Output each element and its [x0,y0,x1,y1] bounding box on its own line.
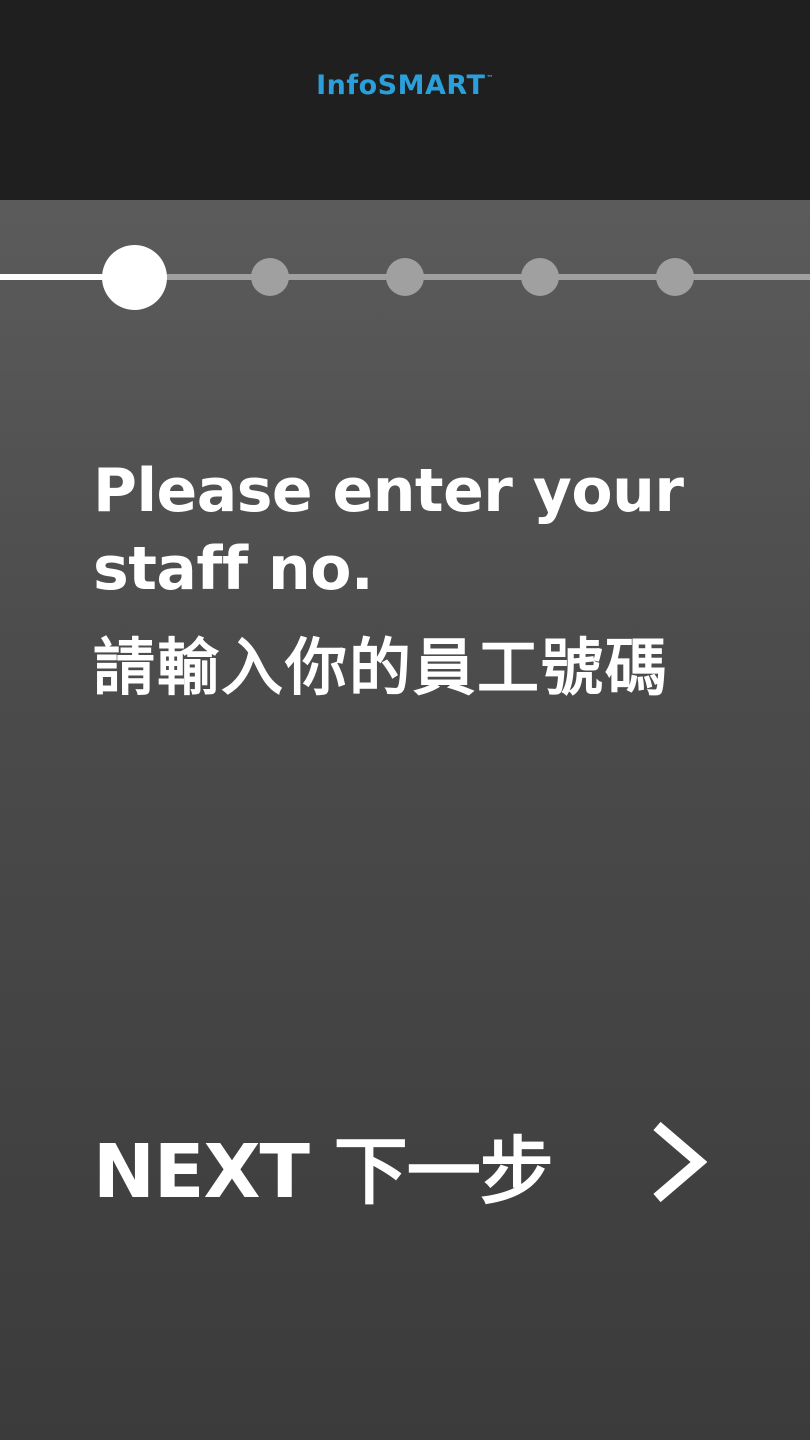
step-4 [521,258,559,296]
progress-line-remaining [135,274,810,280]
step-progress-indicator [0,240,810,315]
instruction-english-line2: staff no. [93,534,374,604]
step-1-current [102,245,167,310]
infosmart-logo: InfoSMART™ [0,70,810,101]
step-3 [386,258,424,296]
app-header: InfoSMART™ [0,0,810,200]
instruction-english-line1: Please enter your [93,456,684,526]
instruction-text: Please enter your staff no. 請輸入你的員工號碼 [93,452,753,708]
next-button-label: NEXT 下一步 [93,1128,554,1215]
logo-text: InfoSMART [316,70,486,101]
trademark-mark: ™ [486,74,494,82]
chevron-right-icon [653,1121,707,1203]
staff-number-screen: InfoSMART™ Please enter your staff no. 請… [0,0,810,1440]
instruction-chinese: 請輸入你的員工號碼 [93,631,670,704]
step-5 [656,258,694,296]
step-2 [251,258,289,296]
next-button[interactable]: NEXT 下一步 [93,1115,733,1215]
instruction-english: Please enter your staff no. [93,452,753,608]
